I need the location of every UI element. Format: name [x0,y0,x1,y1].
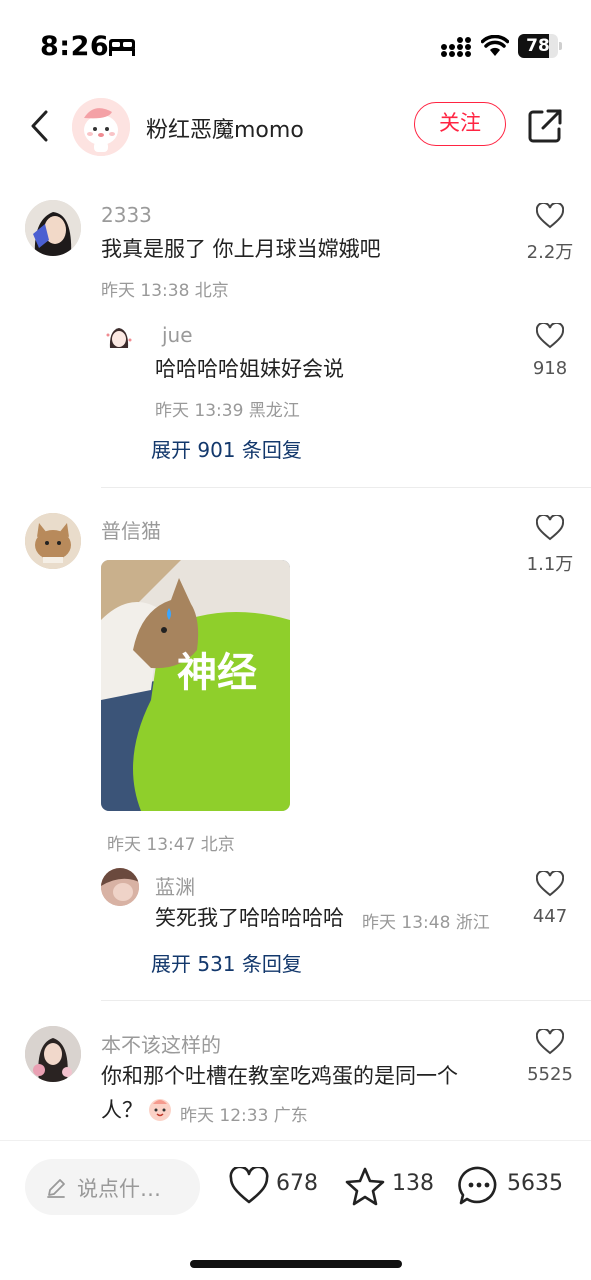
comment-button[interactable]: 5635 [458,1165,568,1209]
heart-icon [229,1167,269,1204]
comment-text-line1[interactable]: 你和那个吐槽在教室吃鸡蛋的是同一个 [101,1059,458,1093]
comment-text[interactable]: 我真是服了 你上月球当嫦娥吧 [101,232,381,266]
commenter-name[interactable]: 本不该这样的 [101,1029,221,1058]
like-total: 678 [276,1171,318,1196]
commenter-avatar-image [25,513,81,569]
reply-user-name[interactable]: jue [162,323,193,347]
reply-meta: 昨天 13:48 浙江 [362,913,490,933]
status-bar: 8:26 78 [0,0,591,90]
share-button[interactable] [527,108,563,144]
heart-icon[interactable] [536,323,564,349]
cellular-signal-icon [441,37,471,57]
favorite-total: 138 [392,1171,434,1196]
divider [101,487,591,488]
star-icon [345,1167,385,1206]
comment-meta: 昨天 13:47 北京 [107,835,235,855]
battery-percent: 78 [526,36,550,56]
heart-icon[interactable] [536,1029,564,1055]
reply-text[interactable]: 哈哈哈哈姐妹好会说 [155,352,344,386]
like-count: 5525 [527,1064,573,1085]
pencil-icon [47,1179,65,1198]
commenter-avatar[interactable] [25,200,81,256]
sticker-image[interactable]: 神经 [101,560,290,811]
comment-input-placeholder: 说点什… [77,1177,161,1201]
commenter-avatar[interactable] [25,1026,81,1082]
expand-replies-link[interactable]: 展开 901 条回复 [151,434,302,463]
like-button[interactable]: 678 [229,1165,321,1209]
comment-meta: 昨天 13:38 北京 [101,281,229,301]
divider [101,1000,591,1001]
reply-avatar[interactable] [101,320,137,356]
like-count: 1.1万 [526,554,574,575]
chat-bubble-icon [458,1166,497,1205]
back-button[interactable] [24,106,54,146]
author-avatar[interactable] [72,98,130,156]
like-count: 2.2万 [526,242,574,263]
sticker-caption: 神经 [177,650,257,696]
author-name[interactable]: 粉红恶魔momo [146,112,304,144]
commenter-name[interactable]: 2333 [101,203,152,227]
heart-icon[interactable] [536,515,564,541]
commenter-name[interactable]: 普信猫 [101,515,161,544]
commenter-avatar-image [25,1026,81,1082]
sleep-focus-icon [109,39,135,56]
author-avatar-image [72,98,130,156]
reply-avatar-image [101,320,137,356]
bottom-action-bar: 说点什… 678 138 5635 [0,1140,591,1280]
heart-icon[interactable] [536,871,564,897]
home-indicator[interactable] [190,1260,402,1268]
commenter-avatar[interactable] [25,513,81,569]
expand-replies-link[interactable]: 展开 531 条回复 [151,948,302,977]
reply-text[interactable]: 笑死我了哈哈哈哈哈 [155,901,344,935]
reply-meta: 昨天 13:39 黑龙江 [155,401,300,421]
battery-indicator: 78 [518,34,562,58]
reply-user-name[interactable]: 蓝渊 [155,871,195,900]
follow-button[interactable]: 关注 [414,102,506,146]
reply-like-count: 447 [532,906,568,927]
heart-icon[interactable] [536,203,564,229]
favorite-button[interactable]: 138 [344,1165,436,1209]
emoji-sticker-icon [149,1099,171,1121]
reply-avatar[interactable] [101,868,139,906]
note-header: 粉红恶魔momo 关注 [0,90,591,162]
comment-input[interactable]: 说点什… [25,1159,200,1215]
comment-meta: 昨天 12:33 广东 [180,1106,308,1126]
comment-total: 5635 [507,1171,563,1196]
reply-avatar-image [101,868,139,906]
comment-text-line2[interactable]: 人？ [101,1093,143,1127]
wifi-icon [481,35,509,56]
status-time: 8:26 [40,31,110,62]
reply-like-count: 918 [532,358,568,379]
commenter-avatar-image [25,200,81,256]
